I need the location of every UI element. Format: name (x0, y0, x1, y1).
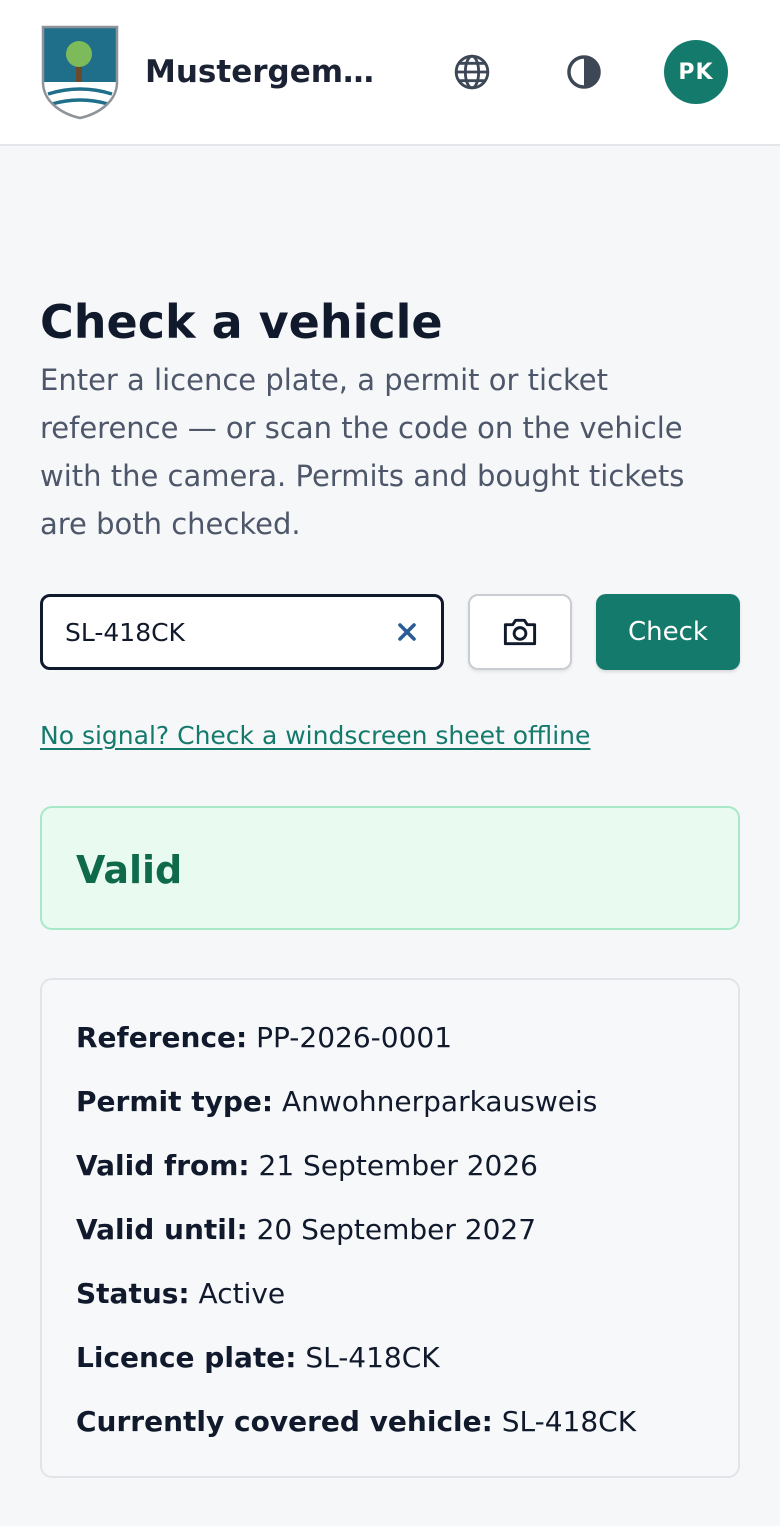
detail-label: Status: (76, 1277, 190, 1310)
close-icon (398, 623, 416, 641)
municipality-logo[interactable] (40, 24, 120, 120)
detail-label: Currently covered vehicle: (76, 1405, 493, 1438)
detail-value: Active (198, 1277, 286, 1310)
language-button[interactable] (450, 50, 494, 94)
detail-label: Reference: (76, 1021, 248, 1054)
municipality-name: Mustergemei... (145, 54, 390, 90)
detail-label: Permit type: (76, 1085, 274, 1118)
detail-value: Anwohnerparkausweis (282, 1085, 598, 1118)
detail-label: Valid until: (76, 1213, 248, 1246)
result-status: Valid (76, 848, 183, 892)
offline-check-link[interactable]: No signal? Check a windscreen sheet offl… (40, 716, 590, 756)
camera-icon (503, 618, 537, 646)
scan-camera-button[interactable] (468, 594, 572, 670)
page-intro: Enter a licence plate, a permit or ticke… (40, 363, 685, 541)
page-title: Check a vehicle (40, 295, 443, 349)
user-avatar[interactable]: PK (664, 40, 728, 104)
check-button[interactable]: Check (596, 594, 740, 670)
detail-row-valid-until: Valid until: 20 September 2027 (76, 1210, 536, 1250)
detail-value: SL-418CK (305, 1341, 440, 1374)
coat-of-arms-icon (41, 25, 119, 120)
permit-details-card: Reference: PP-2026-0001 Permit type: Anw… (40, 978, 740, 1478)
detail-row-licence-plate: Licence plate: SL-418CK (76, 1338, 440, 1378)
detail-label: Valid from: (76, 1149, 250, 1182)
detail-value: PP-2026-0001 (256, 1021, 453, 1054)
detail-row-permit-type: Permit type: Anwohnerparkausweis (76, 1082, 597, 1122)
search-field (40, 594, 444, 670)
clear-search-button[interactable] (389, 614, 425, 650)
detail-row-status: Status: Active (76, 1274, 285, 1314)
theme-toggle-button[interactable] (562, 50, 606, 94)
detail-row-valid-from: Valid from: 21 September 2026 (76, 1146, 538, 1186)
contrast-icon (567, 55, 601, 89)
detail-label: Licence plate: (76, 1341, 297, 1374)
detail-value: SL-418CK (501, 1405, 637, 1438)
detail-row-reference: Reference: PP-2026-0001 (76, 1018, 452, 1058)
detail-value: 20 September 2027 (256, 1213, 537, 1246)
globe-icon (454, 54, 490, 90)
detail-row-covered-vehicle: Currently covered vehicle: SL-418CK (76, 1402, 636, 1442)
app-header: Mustergemei... PK (0, 0, 780, 146)
search-input[interactable] (65, 597, 365, 667)
detail-value: 21 September 2026 (258, 1149, 538, 1182)
result-banner: Valid (40, 806, 740, 930)
